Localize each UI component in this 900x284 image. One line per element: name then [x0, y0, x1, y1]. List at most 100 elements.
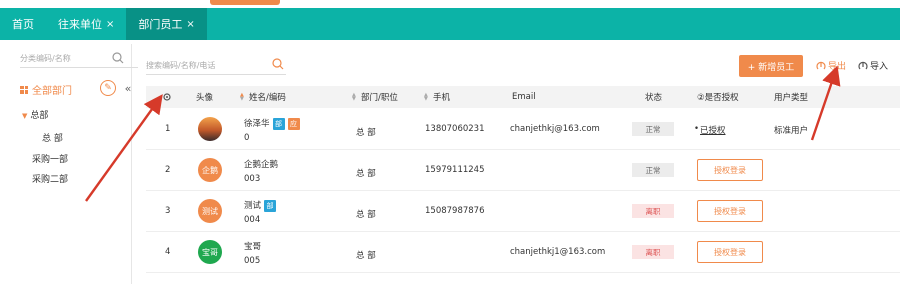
- tab-label: 首页: [12, 18, 34, 31]
- tab-label: 往来单位: [58, 18, 102, 31]
- employee-search-placeholder: 搜索编码/名称/电话: [146, 61, 216, 70]
- tree-item-label: 总部: [30, 111, 49, 121]
- top-orange-tab[interactable]: [210, 0, 280, 5]
- tab-bar: 首页 往来单位 × 部门员工 ×: [0, 8, 900, 40]
- close-icon[interactable]: ×: [106, 19, 114, 30]
- avatar: [198, 117, 222, 141]
- category-search-placeholder: 分类编码/名称: [20, 54, 71, 63]
- row-index: 2: [165, 165, 171, 175]
- collapse-sidebar-icon[interactable]: «: [122, 80, 134, 96]
- row-index: 4: [165, 247, 171, 257]
- row-index: 1: [165, 124, 171, 134]
- avatar: 测试: [198, 199, 222, 223]
- grant-login-button[interactable]: 授权登录: [697, 159, 763, 181]
- export-button[interactable]: 导出: [816, 59, 846, 72]
- col-name[interactable]: ▲ ▼ 姓名/编码: [240, 86, 286, 108]
- sort-icon: ▲ ▼: [424, 92, 428, 102]
- tree-item[interactable]: 采购一部: [32, 152, 68, 165]
- grant-login-button[interactable]: 授权登录: [697, 200, 763, 222]
- table-row[interactable]: 2 企鹅 企鹅企鹅 003 总 部 15979111245 正常 授权登录: [146, 150, 900, 191]
- employee-dept: 总 部: [356, 251, 376, 261]
- status-badge: 正常: [632, 122, 674, 136]
- role-tag: 部: [272, 117, 285, 130]
- table-row[interactable]: 4 宝哥 宝哥 005 总 部 chanjethkj1@163.com 离职 授权登录: [146, 232, 900, 273]
- table-row[interactable]: 1 徐泽华部应 0 总 部 13807060231 chanjethkj@163.com 正…: [146, 109, 900, 150]
- grid-icon: [20, 85, 28, 94]
- employee-name-text: 徐泽华: [244, 119, 270, 129]
- all-departments[interactable]: 全部部门: [20, 82, 72, 97]
- employee-code: 005: [244, 256, 261, 266]
- all-departments-label: 全部部门: [32, 86, 72, 97]
- col-auth: ②是否授权: [697, 93, 739, 103]
- employee-phone: 15979111245: [425, 165, 485, 175]
- col-phone-label: 手机: [433, 93, 451, 103]
- employee-name: 宝哥: [244, 240, 261, 252]
- employee-dept: 总 部: [356, 128, 376, 138]
- authorized-link[interactable]: 已授权 •: [694, 124, 726, 136]
- employee-phone: 13807060231: [425, 124, 485, 134]
- avatar: 宝哥: [198, 240, 222, 264]
- status-badge: 正常: [632, 163, 674, 177]
- employee-search-input[interactable]: 搜索编码/名称/电话: [146, 57, 286, 75]
- dot-icon: •: [694, 124, 700, 134]
- tree-item-label: 采购一部: [32, 155, 69, 165]
- tab-2[interactable]: 部门员工 ×: [126, 8, 207, 40]
- col-dept[interactable]: ▲ ▼ 部门/职位: [352, 86, 398, 108]
- employee-dept: 总 部: [356, 169, 376, 179]
- caret-down-icon[interactable]: ▼: [22, 112, 27, 120]
- role-tag: 部: [264, 199, 277, 212]
- col-usertype: 用户类型: [774, 93, 809, 103]
- search-icon[interactable]: [272, 58, 284, 70]
- employee-code: 003: [244, 174, 261, 184]
- employee-name-text: 测试: [244, 201, 262, 211]
- col-name-label: 姓名/编码: [249, 93, 286, 103]
- table-row[interactable]: 3 测试 测试部 004 总 部 15087987876 离职 授权登录: [146, 191, 900, 232]
- sort-icon: ▲ ▼: [352, 92, 356, 102]
- employee-email: chanjethkj1@163.com: [510, 247, 606, 257]
- tab-label: 部门员工: [138, 18, 183, 31]
- tab-0[interactable]: 首页: [0, 8, 46, 40]
- col-status: 状态: [645, 93, 663, 103]
- import-icon: [858, 61, 868, 69]
- employee-name: 企鹅企鹅: [244, 158, 278, 170]
- import-button[interactable]: 导入: [858, 59, 888, 72]
- add-employee-button[interactable]: + 新增员工: [739, 55, 803, 77]
- role-tag: 应: [287, 117, 300, 130]
- status-badge: 离职: [632, 245, 674, 259]
- import-label: 导入: [870, 62, 889, 72]
- sort-icon: ▲ ▼: [240, 92, 244, 102]
- edit-icon[interactable]: ✎: [100, 80, 116, 96]
- user-type: 标准用户: [774, 126, 809, 136]
- employee-name: 徐泽华部应: [244, 117, 300, 130]
- avatar: 企鹅: [198, 158, 222, 182]
- sidebar: 分类编码/名称 全部部门 ✎ « ▼ 总部总 部采购一部采购二部: [8, 44, 138, 284]
- tree-item[interactable]: 采购二部: [32, 172, 68, 185]
- table-header: 头像 ▲ ▼ 姓名/编码 ▲ ▼ 部门/职位 ▲ ▼ 手机 Email 状态 ②是否授…: [146, 86, 900, 108]
- col-avatar: 头像: [196, 93, 214, 103]
- tree-item-label: 采购二部: [32, 175, 69, 185]
- employee-code: 004: [244, 215, 261, 225]
- top-strip: [0, 0, 900, 8]
- employee-code: 0: [244, 133, 250, 143]
- employee-phone: 15087987876: [425, 206, 485, 216]
- search-icon[interactable]: [112, 52, 124, 64]
- close-icon[interactable]: ×: [186, 19, 194, 30]
- employee-email: chanjethkj@163.com: [510, 124, 600, 134]
- col-dept-label: 部门/职位: [361, 93, 398, 103]
- grant-login-button[interactable]: 授权登录: [697, 241, 763, 263]
- tree-item[interactable]: 总 部: [42, 131, 63, 144]
- employee-name: 测试部: [244, 199, 277, 212]
- tab-1[interactable]: 往来单位 ×: [46, 8, 126, 40]
- tree-item[interactable]: ▼ 总部: [22, 108, 48, 121]
- gear-icon[interactable]: [162, 92, 172, 102]
- col-phone[interactable]: ▲ ▼ 手机: [424, 86, 450, 108]
- col-email: Email: [512, 92, 536, 102]
- employee-name-text: 企鹅企鹅: [244, 160, 279, 170]
- status-badge: 离职: [632, 204, 674, 218]
- employee-name-text: 宝哥: [244, 242, 262, 252]
- row-index: 3: [165, 206, 171, 216]
- export-label: 导出: [828, 62, 847, 72]
- tree-item-label: 总 部: [42, 134, 63, 144]
- export-icon: [816, 61, 826, 69]
- employee-dept: 总 部: [356, 210, 376, 220]
